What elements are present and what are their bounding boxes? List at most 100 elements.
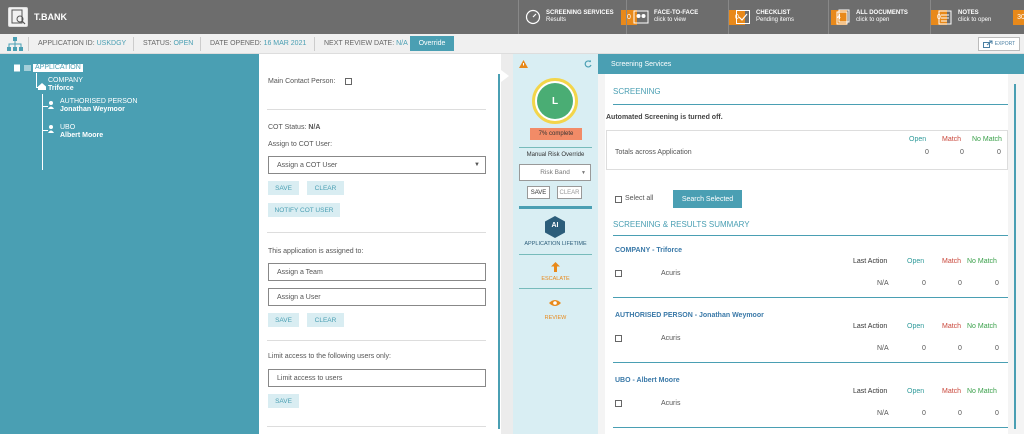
next-review-date: NEXT REVIEW DATE: N/A [324, 40, 408, 47]
risk-band-select[interactable]: Risk Band ▼ [519, 164, 591, 181]
notify-cot-user-button[interactable]: NOTIFY COT USER [268, 203, 340, 217]
assignment-form-panel: Main Contact Person: COT Status: N/A Ass… [259, 54, 501, 434]
clear-cot-button[interactable]: CLEAR [307, 181, 344, 195]
node-type: COMPANY [48, 77, 83, 84]
screening-services-header: Screening Services [598, 54, 1024, 74]
divider [28, 37, 29, 51]
assign-cot-user-select[interactable]: Assign a COT User ▼ [268, 156, 486, 174]
screening-scrollbar[interactable] [1014, 84, 1016, 429]
provider-name: Acuris [661, 335, 681, 342]
shortcut-sub: click to open [856, 17, 890, 23]
save-risk-button[interactable]: SAVE [527, 186, 550, 199]
entity-checkbox[interactable] [615, 270, 622, 277]
provider-name: Acuris [661, 270, 681, 277]
divider [519, 288, 592, 289]
divider [314, 37, 315, 51]
escalate-button[interactable]: ESCALATE [513, 276, 598, 282]
tree-connector [36, 73, 37, 87]
divider [519, 254, 592, 255]
assign-user-input[interactable]: Assign a User [268, 288, 486, 306]
open-value: 0 [922, 280, 926, 287]
arrow-up-icon [551, 262, 560, 272]
date-opened: DATE OPENED: 16 MAR 2021 [210, 40, 307, 47]
warning-icon[interactable] [519, 60, 528, 68]
save-limit-button[interactable]: SAVE [268, 394, 299, 408]
risk-band-letter: L [537, 83, 573, 119]
no-match-value: 0 [995, 345, 999, 352]
manual-risk-override-label: Manual Risk Override [526, 152, 585, 158]
application-lifetime-button[interactable]: APPLICATION LIFETIME [513, 241, 598, 247]
shortcut-title: CHECKLIST [756, 10, 791, 16]
hierarchy-icon[interactable] [7, 37, 23, 52]
completion-badge: 7% complete [530, 128, 582, 140]
application-info-bar: APPLICATION ID: USKDGY STATUS: OPEN DATE… [0, 34, 1024, 54]
entity-title-ubo: UBO - Albert Moore [615, 377, 680, 384]
node-name: Triforce [48, 85, 74, 92]
divider [200, 37, 201, 51]
totals-label: Totals across Application [615, 149, 692, 156]
total-no-match: 0 [997, 149, 1001, 156]
risk-panel: L 7% complete Manual Risk Override Risk … [513, 54, 598, 434]
home-icon [38, 83, 46, 90]
entity-title-authorised-person: AUTHORISED PERSON - Jonathan Weymoor [615, 312, 764, 319]
screening-services-shortcut[interactable]: SCREENING SERVICES Results 0 [518, 0, 637, 34]
col-no-match: No Match [967, 323, 997, 330]
limit-access-input[interactable]: Limit access to users [268, 369, 486, 387]
list-icon [24, 65, 31, 71]
select-all-checkbox[interactable] [615, 196, 622, 203]
review-button[interactable]: REVIEW [513, 315, 598, 321]
last-action-header: Last Action [853, 323, 888, 330]
screening-services-panel: Screening Services SCREENING Automated S… [598, 54, 1024, 434]
entity-checkbox[interactable] [615, 400, 622, 407]
col-open: Open [907, 323, 925, 330]
col-match: Match [942, 323, 962, 330]
totals-box: Totals across Application Open Match No … [606, 130, 1008, 170]
person-icon [48, 101, 54, 109]
assign-team-input[interactable]: Assign a Team [268, 263, 486, 281]
main-contact-checkbox[interactable] [345, 78, 352, 85]
search-selected-button[interactable]: Search Selected [673, 190, 742, 208]
shortcut-sub: click to open [958, 17, 992, 23]
clear-risk-button[interactable]: CLEAR [557, 186, 582, 199]
documents-icon [836, 9, 850, 25]
open-value: 0 [922, 345, 926, 352]
col-open: Open [909, 136, 927, 143]
document-icon [14, 64, 20, 72]
shortcut-title: FACE-TO-FACE [654, 10, 699, 16]
tree-node-ubo[interactable]: UBO Albert Moore [60, 124, 103, 140]
tree-node-company[interactable]: COMPANY Triforce [48, 77, 83, 93]
person-icon [48, 125, 54, 133]
no-match-value: 0 [995, 410, 999, 417]
shortcut-title: SCREENING SERVICES [546, 10, 614, 16]
entity-checkbox[interactable] [615, 335, 622, 342]
divider [613, 297, 1008, 298]
divider [613, 362, 1008, 363]
clear-assignment-button[interactable]: CLEAR [307, 313, 344, 327]
faces-icon [633, 10, 649, 24]
no-match-value: 0 [995, 280, 999, 287]
assigned-label: This application is assigned to: [268, 248, 364, 255]
total-open: 0 [925, 149, 929, 156]
override-button[interactable]: Override [410, 36, 454, 51]
divider [267, 232, 486, 233]
notes-shortcut[interactable]: NOTES click to open 30 [930, 0, 1024, 34]
select-placeholder: Assign a COT User [277, 161, 338, 169]
tree-node-authorised-person[interactable]: AUTHORISED PERSON Jonathan Weymoor [60, 98, 137, 114]
col-open: Open [907, 258, 925, 265]
divider [613, 427, 1008, 428]
screening-section-title: SCREENING [613, 87, 661, 96]
form-scrollbar[interactable] [498, 74, 500, 429]
export-button[interactable]: EXPORT [978, 37, 1020, 51]
tree-node-application[interactable]: APPLICATION [33, 64, 83, 72]
ai-badge-icon[interactable]: AI [545, 216, 565, 238]
col-match: Match [942, 258, 962, 265]
refresh-icon[interactable] [584, 60, 592, 68]
chevron-down-icon: ▼ [581, 169, 586, 176]
last-action-header: Last Action [853, 388, 888, 395]
screening-card: SCREENING Automated Screening is turned … [605, 74, 1008, 434]
application-id: APPLICATION ID: USKDGY [38, 40, 127, 47]
main-contact-label: Main Contact Person: [268, 78, 336, 85]
save-cot-button[interactable]: SAVE [268, 181, 299, 195]
divider [267, 109, 486, 110]
save-assignment-button[interactable]: SAVE [268, 313, 299, 327]
